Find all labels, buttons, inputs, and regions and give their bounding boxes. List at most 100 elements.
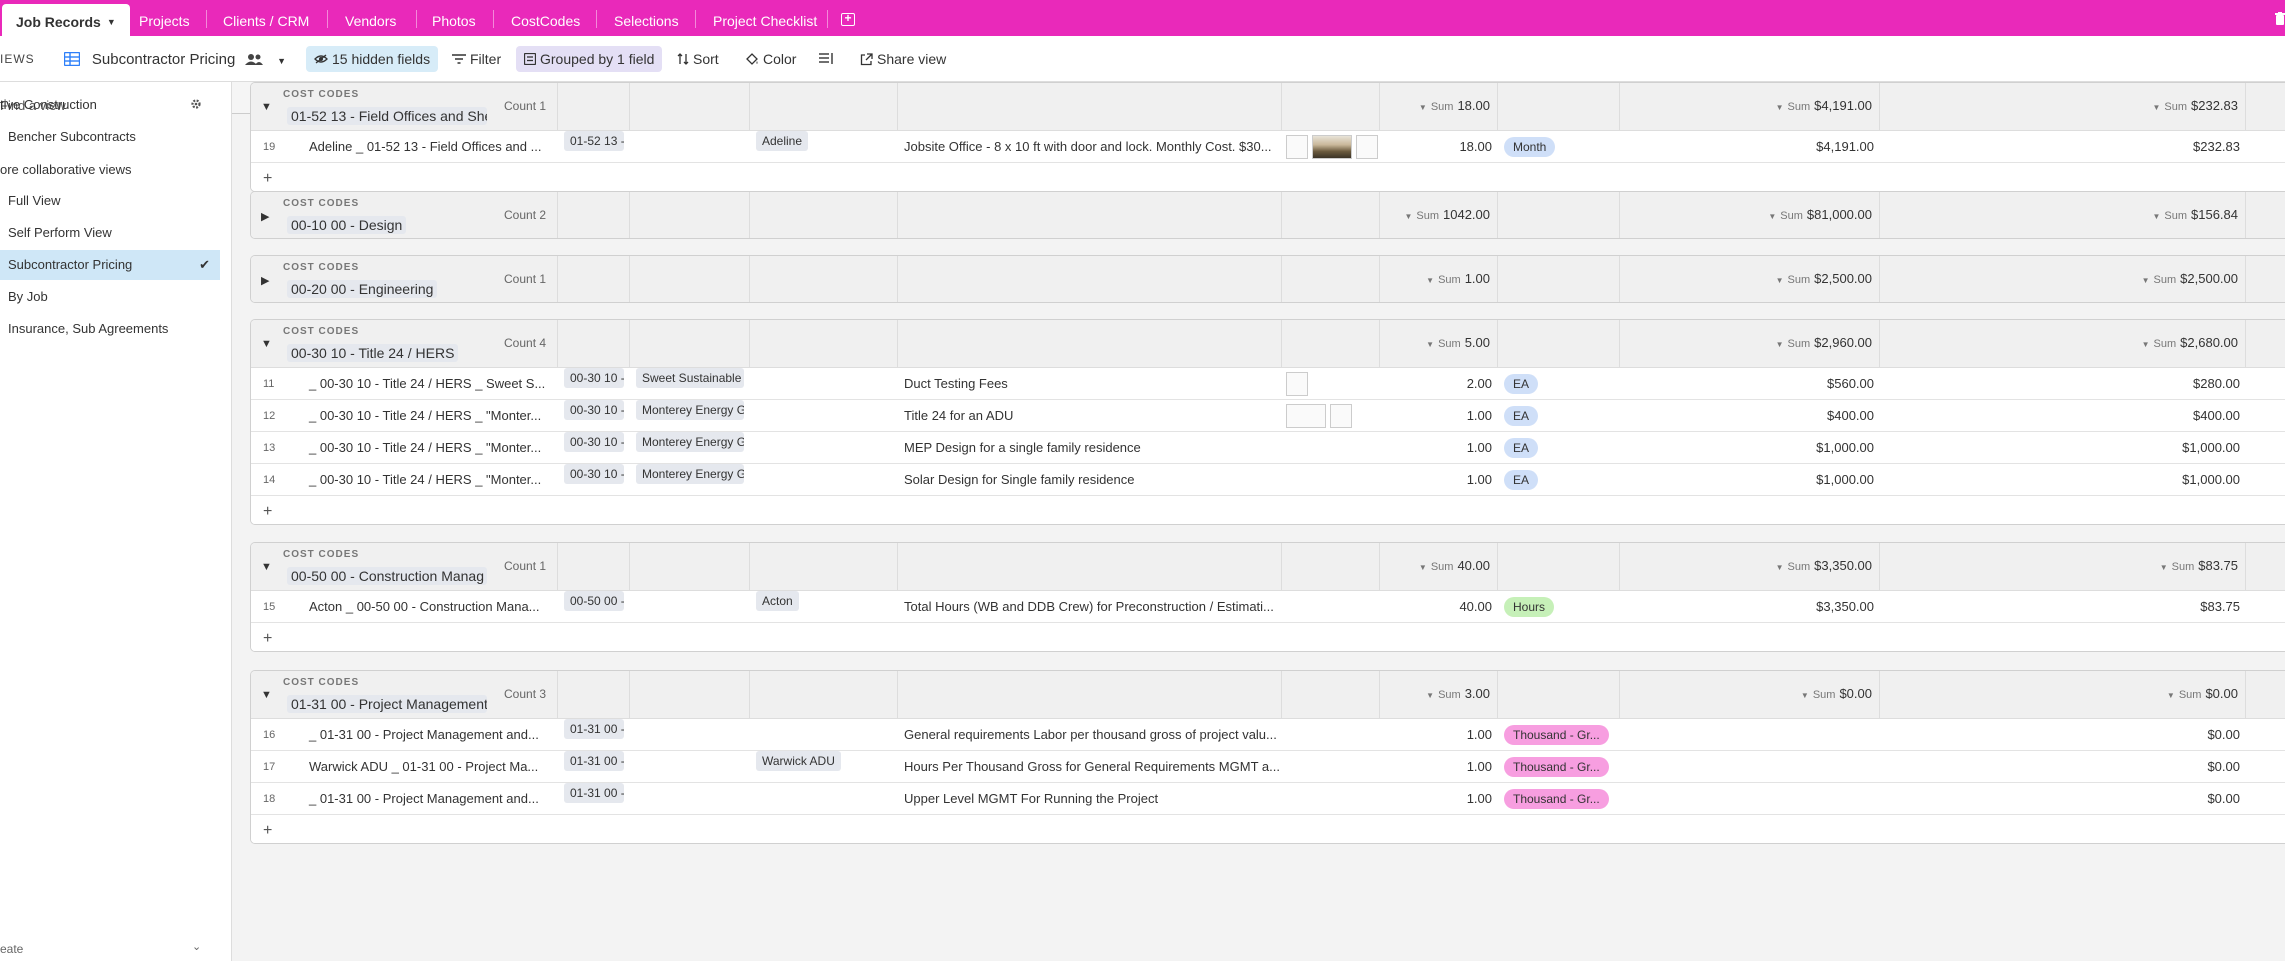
job-record-name-cell[interactable]: _ 01-31 00 - Project Management and... [303, 719, 558, 751]
subcontractor-per-uom-cell[interactable]: $280.00 [1880, 368, 2246, 400]
table-row[interactable]: 17 Warwick ADU _ 01-31 00 - Project Ma...… [251, 751, 2285, 783]
units-cell[interactable]: 18.00 [1380, 131, 1498, 163]
subcontractor-per-uom-cell[interactable]: $1,000.00 [1880, 464, 2246, 496]
notes-cell[interactable]: Upper Level MGMT For Running the Project [898, 783, 1282, 815]
cost-code-cell[interactable]: 01-31 00 - [558, 783, 630, 815]
job-record-name-cell[interactable]: Warwick ADU _ 01-31 00 - Project Ma... [303, 751, 558, 783]
vendor-cell[interactable]: Sweet Sustainable [630, 368, 750, 400]
bids-attachments-cell[interactable] [1282, 400, 1380, 432]
notes-cell[interactable]: Solar Design for Single family residence [898, 464, 1282, 496]
project-cell[interactable] [750, 464, 898, 496]
table-row[interactable]: 18 _ 01-31 00 - Project Management and...… [251, 783, 2285, 815]
tab-vendors[interactable]: Vendors [345, 0, 396, 36]
subcontractor-total-cost-cell[interactable]: $1,000.00 [1620, 464, 1880, 496]
notes-cell[interactable]: Duct Testing Fees [898, 368, 1282, 400]
sidebar-item-view[interactable]: Subcontractor Pricing ✔ [0, 250, 220, 280]
chevron-down-icon[interactable]: ▼ [1419, 103, 1427, 112]
sidebar-item-view[interactable]: Insurance, Sub Agreements [0, 314, 220, 344]
chevron-down-icon[interactable]: ▼ [1426, 276, 1434, 285]
sidebar-item-view[interactable]: tive Construction [0, 90, 220, 120]
table-row[interactable]: 14 _ 00-30 10 - Title 24 / HERS _ "Monter… [251, 464, 2285, 496]
plus-icon[interactable]: + [263, 170, 272, 188]
subcontractor-total-cost-cell[interactable]: $3,350.00 [1620, 591, 1880, 623]
job-record-name-cell[interactable]: Acton _ 00-50 00 - Construction Mana... [303, 591, 558, 623]
views-label[interactable]: IEWS [0, 46, 35, 72]
subcontractor-per-uom-cell[interactable]: $83.75 [1880, 591, 2246, 623]
bids-attachments-cell[interactable] [1282, 368, 1380, 400]
tab-project-checklist[interactable]: Project Checklist [713, 0, 817, 36]
vendor-cell[interactable] [630, 751, 750, 783]
chevron-down-icon[interactable]: ▼ [1768, 212, 1776, 221]
subcontractor-total-cost-cell[interactable]: $560.00 [1620, 368, 1880, 400]
uom-cell[interactable]: Thousand - Gr... [1498, 751, 1620, 783]
job-record-name-cell[interactable]: _ 00-30 10 - Title 24 / HERS _ "Monter..… [303, 432, 558, 464]
sort-button[interactable]: Sort [677, 46, 719, 72]
cost-code-cell[interactable]: 00-30 10 - [558, 464, 630, 496]
table-row[interactable]: 11 _ 00-30 10 - Title 24 / HERS _ Sweet S… [251, 368, 2285, 400]
chevron-down-icon[interactable]: ▼ [1419, 563, 1427, 572]
job-record-name-cell[interactable]: _ 00-30 10 - Title 24 / HERS _ "Monter..… [303, 400, 558, 432]
chevron-down-icon[interactable]: ▼ [1801, 691, 1809, 700]
attachment-thumbnail[interactable] [1356, 135, 1378, 159]
vendor-cell[interactable] [630, 719, 750, 751]
job-record-name-cell[interactable]: _ 00-30 10 - Title 24 / HERS _ Sweet S..… [303, 368, 558, 400]
cost-code-cell[interactable]: 00-50 00 - [558, 591, 630, 623]
attachment-thumbnail[interactable] [1330, 404, 1352, 428]
tab-photos[interactable]: Photos [432, 0, 476, 36]
trash-icon[interactable] [2275, 12, 2285, 26]
tab-selections[interactable]: Selections [614, 0, 679, 36]
add-record-row[interactable]: + [251, 163, 2285, 191]
chevron-down-icon[interactable]: ▼ [1776, 563, 1784, 572]
sidebar-item-view[interactable]: Self Perform View [0, 218, 220, 248]
table-row[interactable]: 15 Acton _ 00-50 00 - Construction Mana..… [251, 591, 2285, 623]
tab-job-records[interactable]: Job Records ▼ [2, 4, 130, 36]
units-cell[interactable]: 1.00 [1380, 464, 1498, 496]
project-cell[interactable] [750, 719, 898, 751]
chevron-down-icon[interactable]: ▼ [2142, 340, 2150, 349]
subcontractor-per-uom-cell[interactable]: $0.00 [1880, 719, 2246, 751]
project-cell[interactable]: Adeline [750, 131, 898, 163]
project-cell[interactable] [750, 432, 898, 464]
attachment-thumbnail[interactable] [1286, 135, 1308, 159]
add-record-row[interactable]: + [251, 496, 2285, 524]
notes-cell[interactable]: MEP Design for a single family residence [898, 432, 1282, 464]
attachment-thumbnail[interactable] [1312, 135, 1352, 159]
sidebar-item-view[interactable]: Full View [0, 186, 220, 216]
uom-cell[interactable]: Month [1498, 131, 1620, 163]
expand-arrow-icon[interactable]: ▶ [261, 274, 269, 287]
project-cell[interactable]: Warwick ADU [750, 751, 898, 783]
units-cell[interactable]: 1.00 [1380, 432, 1498, 464]
hide-fields-button[interactable]: 15 hidden fields [306, 46, 439, 72]
chevron-down-icon[interactable]: ▼ [1426, 340, 1434, 349]
add-tab-icon[interactable]: + [841, 12, 855, 26]
uom-cell[interactable]: EA [1498, 368, 1620, 400]
tab-clients-crm[interactable]: Clients / CRM [223, 0, 309, 36]
uom-cell[interactable]: Hours [1498, 591, 1620, 623]
plus-icon[interactable]: + [263, 503, 272, 521]
cost-code-cell[interactable]: 00-30 10 - [558, 432, 630, 464]
subcontractor-total-cost-cell[interactable] [1620, 719, 1880, 751]
table-row[interactable]: 12 _ 00-30 10 - Title 24 / HERS _ "Monter… [251, 400, 2285, 432]
bids-attachments-cell[interactable] [1282, 464, 1380, 496]
subcontractor-per-uom-cell[interactable]: $0.00 [1880, 751, 2246, 783]
sidebar-item-view[interactable]: Bencher Subcontracts [0, 122, 220, 152]
cost-code-cell[interactable]: 00-30 10 - [558, 400, 630, 432]
group-button[interactable]: Grouped by 1 field [516, 46, 663, 72]
attachment-thumbnail[interactable] [1286, 404, 1326, 428]
subcontractor-total-cost-cell[interactable]: $4,191.00 [1620, 131, 1880, 163]
bids-attachments-cell[interactable] [1282, 432, 1380, 464]
project-cell[interactable] [750, 783, 898, 815]
subcontractor-per-uom-cell[interactable]: $232.83 [1880, 131, 2246, 163]
vendor-cell[interactable] [630, 783, 750, 815]
uom-cell[interactable]: Thousand - Gr... [1498, 719, 1620, 751]
subcontractor-per-uom-cell[interactable]: $1,000.00 [1880, 432, 2246, 464]
subcontractor-per-uom-cell[interactable]: $0.00 [1880, 783, 2246, 815]
bids-attachments-cell[interactable] [1282, 783, 1380, 815]
notes-cell[interactable]: Jobsite Office - 8 x 10 ft with door and… [898, 131, 1282, 163]
subcontractor-total-cost-cell[interactable]: $1,000.00 [1620, 432, 1880, 464]
units-cell[interactable]: 1.00 [1380, 400, 1498, 432]
job-record-name-cell[interactable]: Adeline _ 01-52 13 - Field Offices and .… [303, 131, 558, 163]
expand-arrow-icon[interactable]: ▶ [261, 210, 269, 223]
vendor-cell[interactable]: Monterey Energy G [630, 432, 750, 464]
table-row[interactable]: 16 _ 01-31 00 - Project Management and...… [251, 719, 2285, 751]
